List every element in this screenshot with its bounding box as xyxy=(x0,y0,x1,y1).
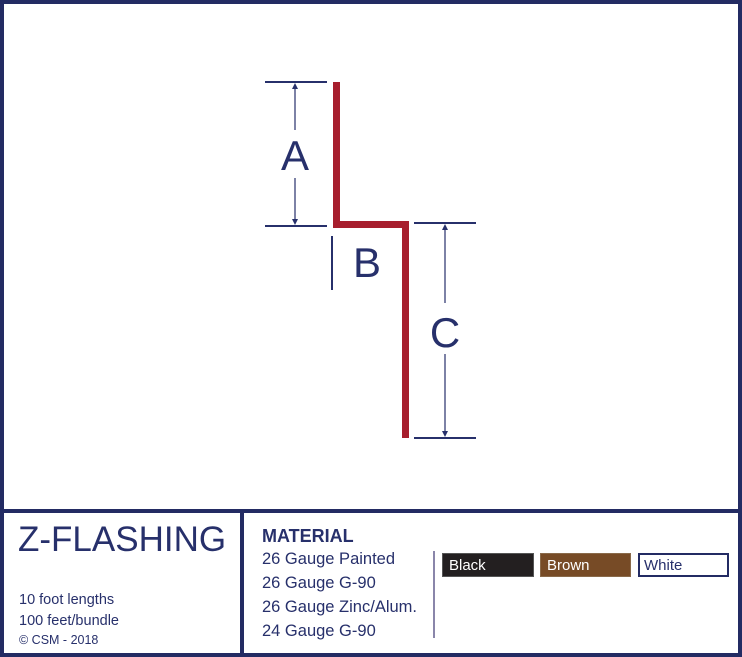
spec-bundle: 100 feet/bundle xyxy=(19,613,119,629)
material-item: 26 Gauge G-90 xyxy=(262,574,376,592)
material-separator xyxy=(433,551,435,638)
material-heading: MATERIAL xyxy=(262,526,354,546)
dimension-c: C xyxy=(414,222,476,439)
dimension-a-label: A xyxy=(281,132,309,179)
z-flashing-drawing: A B C xyxy=(265,81,476,439)
dimension-b: B xyxy=(331,236,381,290)
spec-lengths: 10 foot lengths xyxy=(19,592,115,608)
vertical-divider xyxy=(240,509,244,657)
dimension-c-label: C xyxy=(430,309,460,356)
dimension-b-label: B xyxy=(353,239,381,286)
material-item: 26 Gauge Zinc/Alum. xyxy=(262,598,417,616)
copyright: © CSM - 2018 xyxy=(19,633,99,647)
material-item: 24 Gauge G-90 xyxy=(262,622,376,640)
material-item: 26 Gauge Painted xyxy=(262,550,396,568)
dimension-a: A xyxy=(265,81,327,227)
color-swatch-black: Black xyxy=(442,553,534,577)
horizontal-divider xyxy=(0,509,742,513)
color-swatch-brown: Brown xyxy=(540,553,631,577)
color-swatch-white: White xyxy=(638,553,729,577)
product-title: Z-FLASHING xyxy=(18,520,227,559)
